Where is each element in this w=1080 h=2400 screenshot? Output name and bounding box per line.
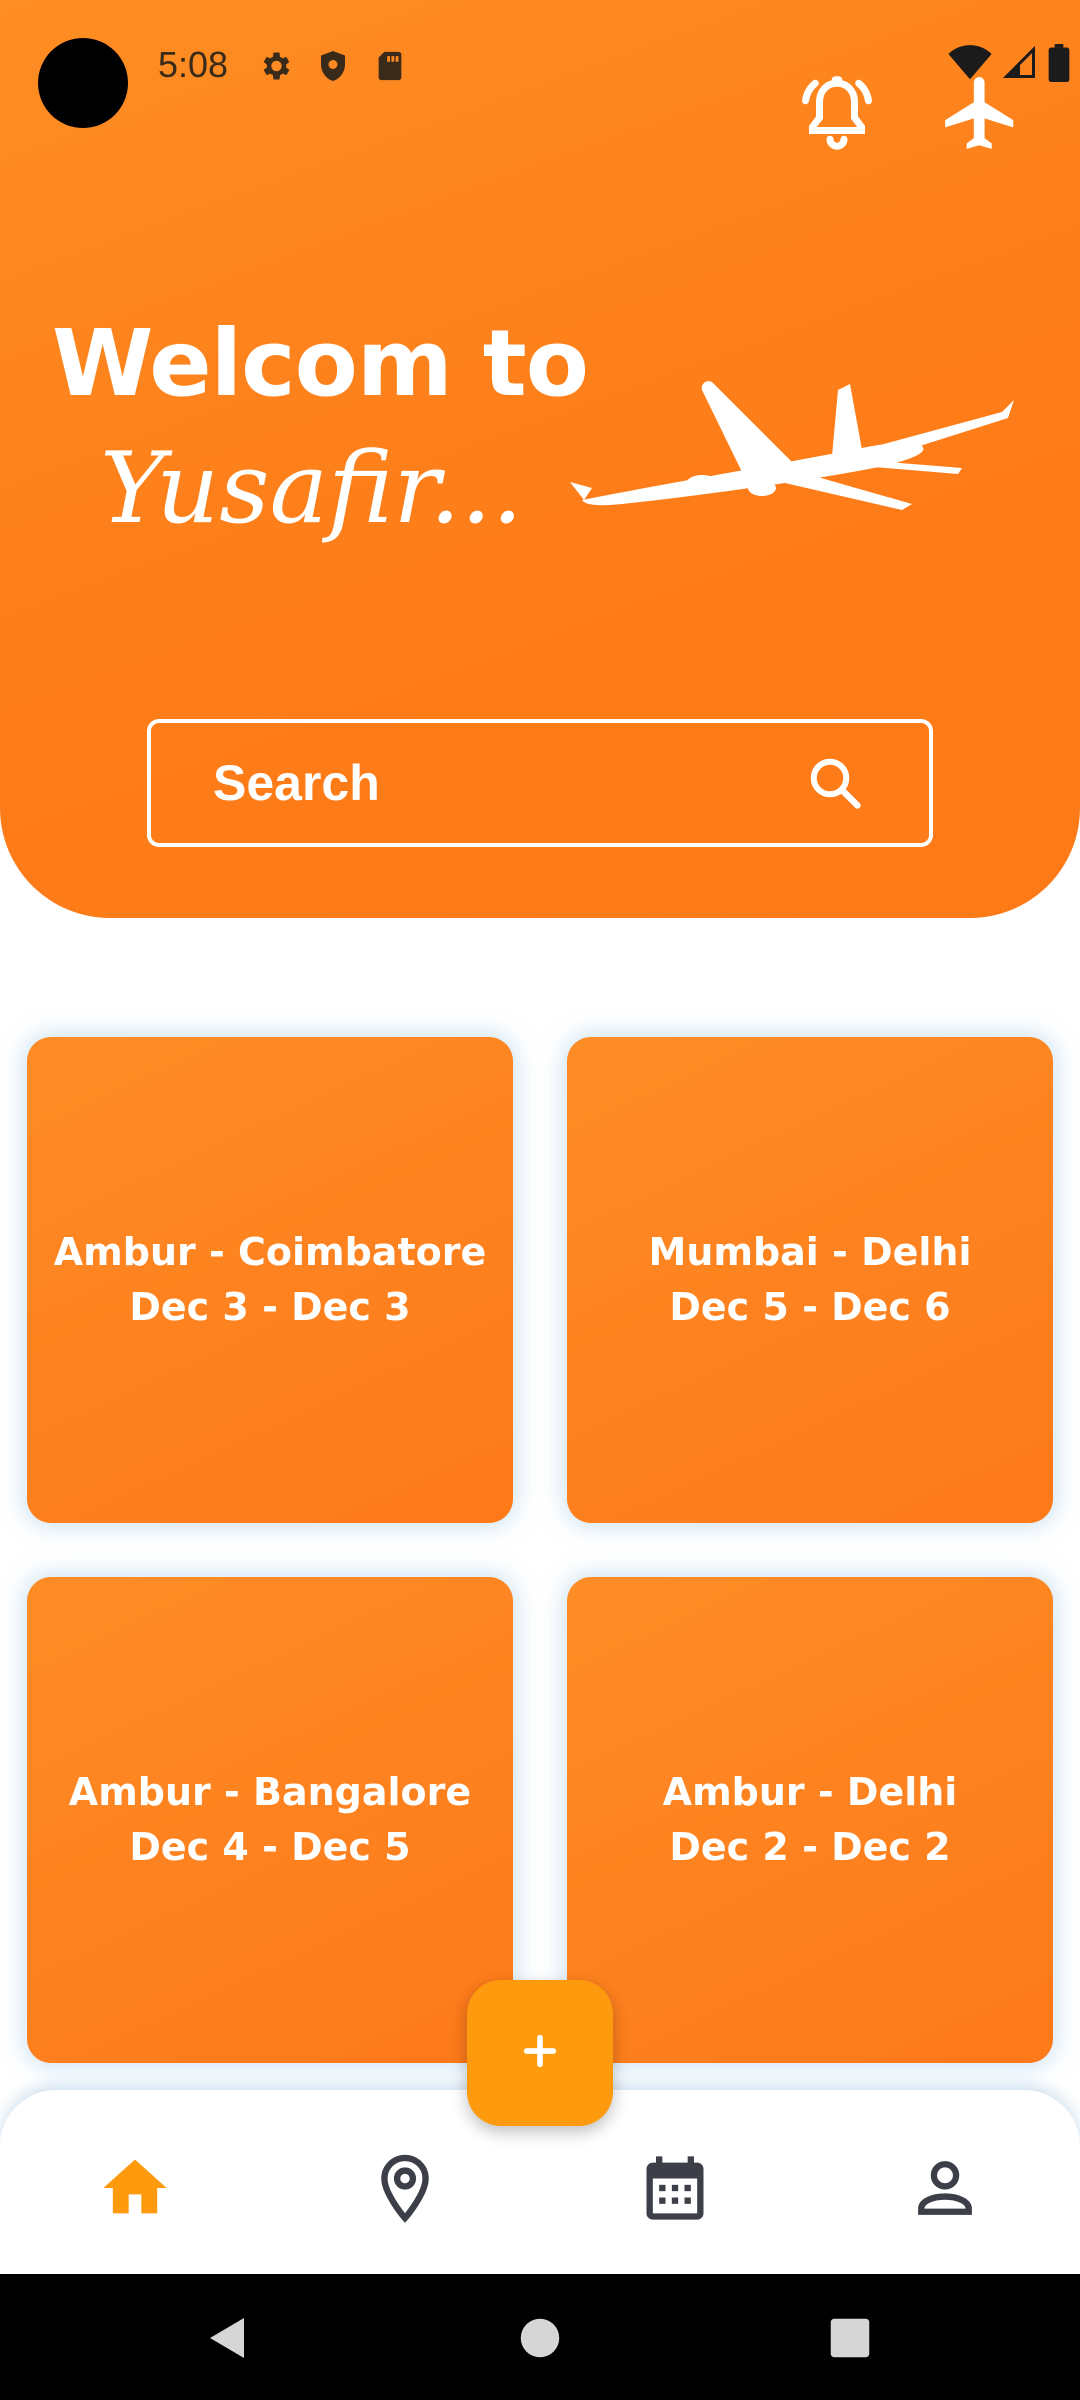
add-trip-button[interactable] [467, 1980, 613, 2126]
trip-card[interactable]: Mumbai - Delhi Dec 5 - Dec 6 [567, 1037, 1053, 1523]
shield-icon [315, 48, 351, 88]
trip-route: Ambur - Bangalore [68, 1770, 472, 1814]
plus-icon [520, 2031, 560, 2075]
trip-route: Ambur - Delhi [662, 1770, 958, 1814]
search-placeholder: Search [213, 755, 380, 811]
airplane-illustration-icon [562, 360, 1022, 524]
flight-mode-button[interactable] [936, 70, 1026, 160]
recents-button[interactable] [820, 2310, 880, 2370]
system-navigation-bar [0, 2274, 1080, 2400]
home-system-button[interactable] [510, 2310, 570, 2370]
camera-cutout [38, 38, 128, 128]
welcome-title: Welcom to [52, 310, 589, 417]
profile-icon [907, 2150, 983, 2230]
trip-route: Ambur - Coimbatore [53, 1230, 487, 1274]
nav-locations[interactable] [360, 2145, 450, 2235]
trip-dates: Dec 5 - Dec 6 [669, 1285, 951, 1329]
trip-dates: Dec 3 - Dec 3 [129, 1285, 411, 1329]
home-circle-icon [519, 2317, 561, 2363]
gear-icon [257, 48, 293, 88]
sd-card-icon [373, 48, 407, 88]
trip-dates: Dec 2 - Dec 2 [669, 1825, 951, 1869]
battery-icon [1048, 44, 1070, 86]
trip-card[interactable]: Ambur - Coimbatore Dec 3 - Dec 3 [27, 1037, 513, 1523]
recents-square-icon [829, 2317, 871, 2363]
nav-profile[interactable] [900, 2145, 990, 2235]
trip-card[interactable]: Ambur - Bangalore Dec 4 - Dec 5 [27, 1577, 513, 2063]
trip-route: Mumbai - Delhi [648, 1230, 972, 1274]
nav-home[interactable] [90, 2145, 180, 2235]
airplane-icon [938, 70, 1024, 160]
back-triangle-icon [204, 2314, 248, 2366]
back-button[interactable] [196, 2310, 256, 2370]
header-banner: 5:08 Welcom to Yusafir... Search [0, 0, 1080, 918]
bell-ringing-icon [795, 71, 879, 159]
search-icon[interactable] [805, 753, 865, 817]
search-input[interactable]: Search [147, 719, 933, 847]
location-pin-icon [367, 2150, 443, 2230]
calendar-icon [637, 2150, 713, 2230]
status-bar: 5:08 [0, 0, 1080, 130]
trip-card[interactable]: Ambur - Delhi Dec 2 - Dec 2 [567, 1577, 1053, 2063]
nav-calendar[interactable] [630, 2145, 720, 2235]
brand-name: Yusafir... [100, 432, 523, 546]
home-icon [97, 2150, 173, 2230]
home-screen: 5:08 Welcom to Yusafir... Search Ambur -… [0, 0, 1080, 2400]
status-time: 5:08 [158, 44, 229, 85]
trip-dates: Dec 4 - Dec 5 [129, 1825, 411, 1869]
notification-bell-button[interactable] [792, 70, 882, 160]
